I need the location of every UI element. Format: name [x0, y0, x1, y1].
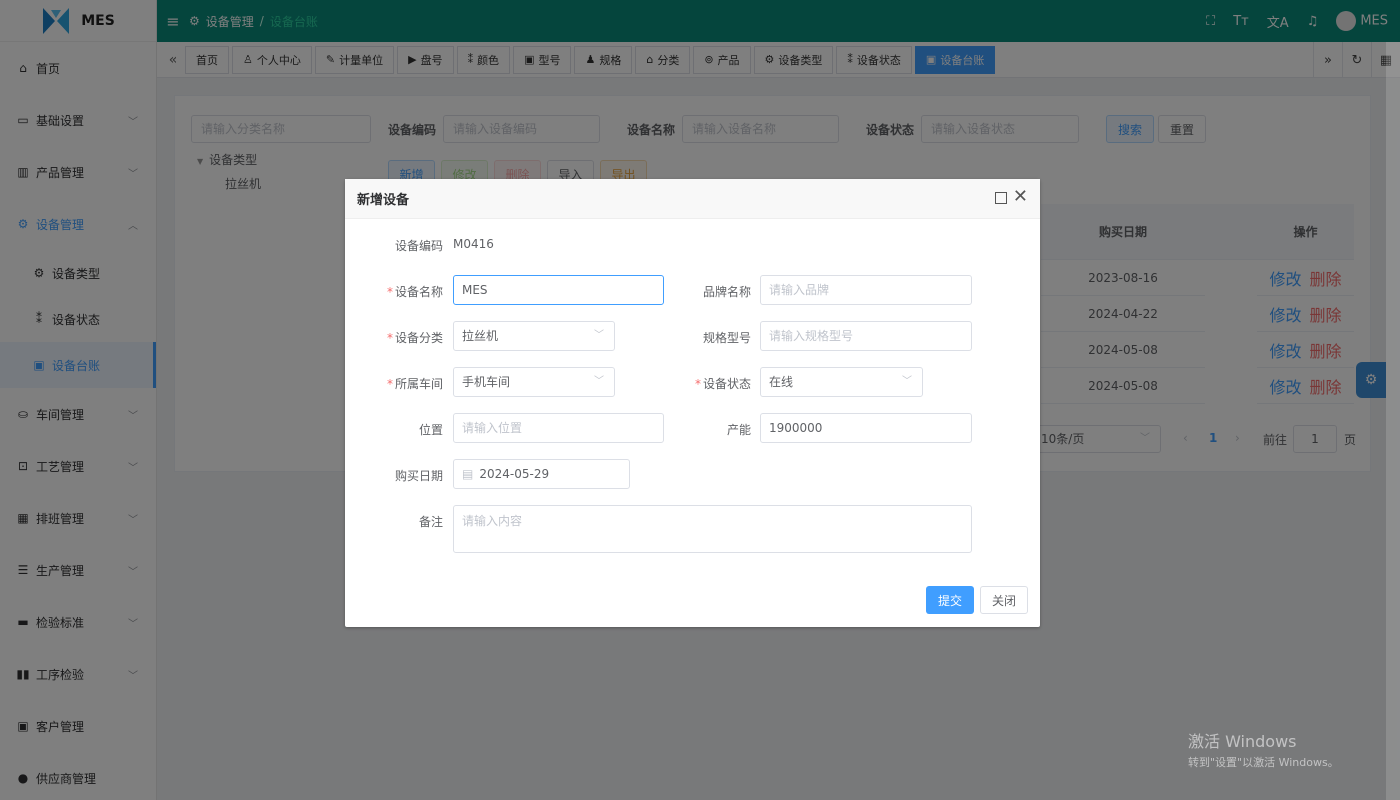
brand-field-label: 品牌名称: [661, 283, 751, 300]
remark-label-text: 备注: [418, 515, 443, 529]
name-label-text: 设备名称: [394, 285, 443, 299]
close-button[interactable]: 关闭: [980, 586, 1028, 614]
chevron-down-icon: ﹀: [902, 376, 912, 387]
submit-button[interactable]: 提交: [926, 586, 974, 614]
remark-field-label: 备注: [353, 513, 443, 530]
calendar-icon: ▤: [462, 467, 474, 481]
date-field-label: 购买日期: [353, 467, 443, 484]
code-value: M0416: [453, 237, 494, 251]
chevron-down-icon: ﹀: [594, 330, 604, 341]
device-name-input[interactable]: MES: [453, 275, 664, 305]
dialog-header: 新增设备 ✕: [345, 179, 1040, 219]
brand-input[interactable]: 请输入品牌: [760, 275, 972, 305]
maximize-icon[interactable]: [994, 192, 1007, 204]
code-label-text: 设备编码: [394, 239, 443, 253]
capacity-input[interactable]: 1900000: [760, 413, 972, 443]
chevron-down-icon: ﹀: [594, 376, 604, 387]
dialog-title: 新增设备: [357, 193, 410, 208]
spec-field-label: 规格型号: [661, 329, 751, 346]
category-label-text: 设备分类: [394, 331, 443, 345]
status-value: 在线: [769, 375, 794, 389]
date-label-text: 购买日期: [394, 469, 443, 483]
capacity-label-text: 产能: [726, 423, 751, 437]
workshop-value: 手机车间: [462, 375, 511, 389]
remark-textarea[interactable]: 请输入内容: [453, 505, 972, 553]
code-field-label: 设备编码: [353, 237, 443, 254]
required-mark: *: [386, 285, 393, 299]
category-field-label: * 设备分类: [353, 329, 443, 346]
workshop-label-text: 所属车间: [394, 377, 443, 391]
category-select[interactable]: 拉丝机 ﹀: [453, 321, 615, 351]
status-field-label: * 设备状态: [661, 375, 751, 392]
purchase-date-picker[interactable]: ▤ 2024-05-29: [453, 459, 630, 489]
status-label-text: 设备状态: [702, 377, 751, 391]
required-mark: *: [386, 331, 393, 345]
watermark-line-2: 转到"设置"以激活 Windows。: [1188, 756, 1339, 769]
page-scrollbar[interactable]: [1386, 42, 1400, 800]
windows-activation-watermark: 激活 Windows 转到"设置"以激活 Windows。: [1188, 728, 1339, 770]
workshop-field-label: * 所属车间: [353, 375, 443, 392]
location-input[interactable]: 请输入位置: [453, 413, 664, 443]
spec-label-text: 规格型号: [702, 331, 751, 345]
spec-input[interactable]: 请输入规格型号: [760, 321, 972, 351]
name-field-label: * 设备名称: [353, 283, 443, 300]
capacity-field-label: 产能: [661, 421, 751, 438]
close-icon[interactable]: ✕: [1013, 188, 1028, 206]
location-label-text: 位置: [418, 423, 443, 437]
location-field-label: 位置: [353, 421, 443, 438]
brand-label-text: 品牌名称: [702, 285, 751, 299]
dialog-tools: ✕: [994, 188, 1028, 206]
date-value: 2024-05-29: [479, 467, 550, 481]
add-device-dialog: 新增设备 ✕ 设备编码 M0416 * 设备名称 MES 品牌名称 请输入品牌 *…: [345, 179, 1040, 627]
status-select[interactable]: 在线 ﹀: [760, 367, 923, 397]
required-mark: *: [386, 377, 393, 391]
workshop-select[interactable]: 手机车间 ﹀: [453, 367, 615, 397]
watermark-line-1: 激活 Windows: [1188, 732, 1297, 751]
required-mark: *: [694, 377, 701, 391]
category-value: 拉丝机: [462, 329, 499, 343]
